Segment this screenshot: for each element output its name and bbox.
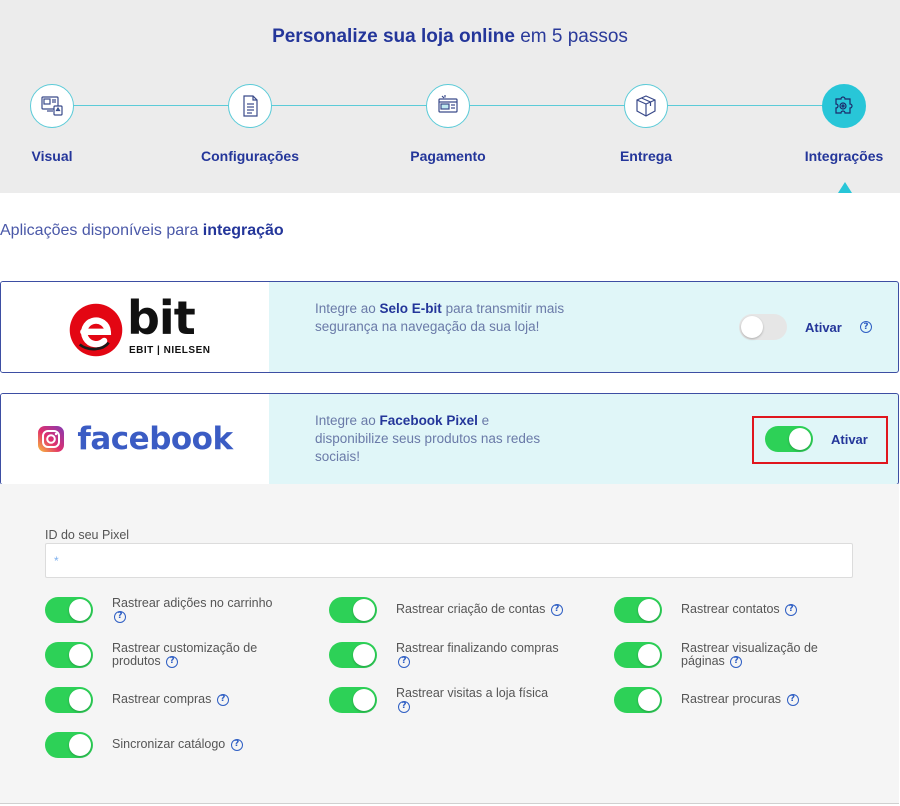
instagram-icon (38, 426, 65, 452)
ebit-logo-text: bit (127, 291, 196, 345)
step-pagamento-label: Pagamento (410, 148, 486, 164)
page-title: Personalize sua loja online em 5 passos (272, 26, 628, 47)
integration-card-ebit: bit EBIT | NIELSEN Integre ao Selo E-bit… (0, 281, 899, 373)
toggle-knob (69, 644, 91, 666)
section-title: Aplicações disponíveis para integração (0, 222, 284, 239)
ebit-logo-subtext: EBIT | NIELSEN (129, 345, 211, 356)
step-configuracoes[interactable]: Configurações (180, 84, 320, 164)
help-icon[interactable]: ? (730, 655, 743, 668)
step-visual-circle (30, 84, 74, 128)
option-label: Rastrear compras ? (112, 693, 302, 706)
help-icon[interactable]: ? (786, 693, 799, 706)
option-label: Rastrear criação de contas ? (396, 603, 586, 616)
toggle-knob (353, 689, 375, 711)
toggle-knob (353, 599, 375, 621)
ebit-toggle[interactable] (739, 314, 787, 340)
highlight-annotation-box (752, 416, 888, 464)
help-icon[interactable]: ? (550, 603, 563, 616)
option-toggle[interactable] (329, 642, 377, 668)
step-integracoes-circle (822, 84, 866, 128)
step-integracoes-label: Integrações (804, 148, 884, 164)
toggle-knob (638, 689, 660, 711)
option-label: Rastrear finalizando compras? (396, 641, 559, 668)
step-configuracoes-label: Configurações (200, 148, 299, 164)
pixel-id-input[interactable] (45, 543, 853, 578)
step-entrega-label: Entrega (619, 148, 673, 164)
option-toggle[interactable] (329, 687, 377, 713)
ebit-help-icon[interactable]: ? (860, 321, 872, 333)
option-label: Rastrear customização de produtos ? (112, 641, 258, 668)
step-configuracoes-circle (228, 84, 272, 128)
step-pagamento-circle (426, 84, 470, 128)
document-icon (243, 95, 258, 117)
step-entrega-circle (624, 84, 668, 128)
ebit-description: Integre ao Selo E-bit para transmitir ma… (315, 301, 565, 334)
facebook-logo: facebook (1, 394, 269, 484)
toggle-knob (638, 599, 660, 621)
option-toggle[interactable] (45, 597, 93, 623)
help-icon[interactable]: ? (398, 655, 410, 668)
facebook-logo-text: facebook (77, 421, 233, 457)
option-label: Sincronizar catálogo ? (112, 738, 302, 751)
step-visual[interactable]: Visual (0, 84, 122, 164)
visual-design-icon (41, 96, 63, 116)
help-icon[interactable]: ? (166, 655, 179, 668)
toggle-knob (353, 644, 375, 666)
toggle-knob (741, 316, 763, 338)
active-step-indicator (838, 182, 852, 193)
toggle-knob (69, 599, 91, 621)
option-label: Rastrear procuras ? (681, 693, 871, 706)
step-visual-label: Visual (31, 148, 73, 164)
option-label: Rastrear contatos ? (681, 603, 871, 616)
option-toggle[interactable] (45, 687, 93, 713)
ebit-logo: bit EBIT | NIELSEN (1, 282, 269, 372)
help-icon[interactable]: ? (216, 693, 229, 706)
help-icon[interactable]: ? (230, 738, 243, 751)
puzzle-gear-icon (835, 96, 853, 114)
payment-icon (438, 95, 458, 113)
toggle-knob (69, 689, 91, 711)
help-icon[interactable]: ? (398, 700, 410, 713)
step-pagamento[interactable]: Pagamento (378, 84, 518, 164)
facebook-pixel-settings: ID do seu Pixel Rastrear adições no carr… (0, 484, 899, 804)
toggle-knob (69, 734, 91, 756)
option-toggle[interactable] (45, 732, 93, 758)
package-box-icon (636, 95, 656, 117)
step-integracoes[interactable]: Integrações (774, 84, 900, 164)
option-toggle[interactable] (45, 642, 93, 668)
option-label: Rastrear visitas a loja física? (396, 686, 549, 713)
help-icon[interactable]: ? (114, 610, 126, 623)
facebook-description: Integre ao Facebook Pixel e disponibiliz… (315, 413, 541, 464)
steps-header: Personalize sua loja online em 5 passos … (0, 0, 900, 193)
pixel-id-label: ID do seu Pixel (45, 528, 130, 542)
ebit-e-mark-icon (69, 303, 123, 357)
option-label: Rastrear visualização de páginas ? (681, 641, 818, 668)
toggle-knob (638, 644, 660, 666)
option-toggle[interactable] (614, 597, 662, 623)
ebit-activate-label: Ativar (805, 320, 842, 335)
option-toggle[interactable] (329, 597, 377, 623)
option-toggle[interactable] (614, 642, 662, 668)
option-label: Rastrear adições no carrinho? (112, 596, 273, 623)
option-toggle[interactable] (614, 687, 662, 713)
help-icon[interactable]: ? (785, 603, 798, 616)
step-entrega[interactable]: Entrega (576, 84, 716, 164)
